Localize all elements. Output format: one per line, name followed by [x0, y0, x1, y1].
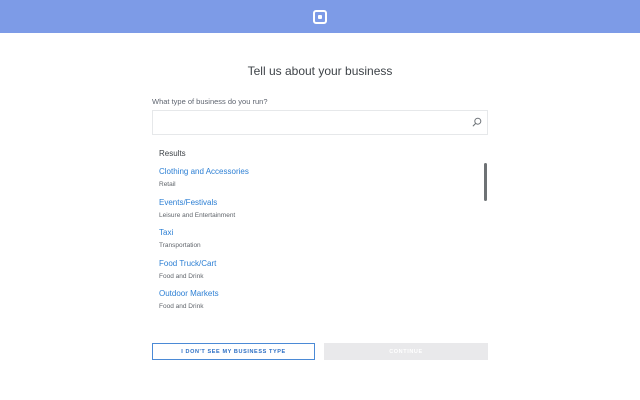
result-name[interactable]: Events/Festivals	[159, 198, 469, 208]
result-item[interactable]: Food Truck/Cart Food and Drink	[159, 259, 469, 281]
result-category: Transportation	[159, 242, 201, 249]
business-type-label: What type of business do you run?	[152, 97, 268, 106]
result-item[interactable]: Outdoor Markets Food and Drink	[159, 289, 469, 311]
result-name[interactable]: Taxi	[159, 228, 469, 238]
square-logo-icon[interactable]	[313, 10, 327, 24]
business-type-search[interactable]	[152, 110, 488, 135]
page-title: Tell us about your business	[247, 64, 393, 78]
business-type-input[interactable]	[153, 111, 479, 134]
results-dropdown[interactable]: Results Clothing and Accessories Retail …	[152, 140, 488, 318]
result-category: Food and Drink	[159, 273, 204, 280]
top-bar	[0, 0, 640, 33]
result-category: Retail	[159, 181, 176, 188]
result-category: Leisure and Entertainment	[159, 212, 236, 219]
continue-button[interactable]: Continue	[324, 343, 488, 360]
result-item[interactable]: Clothing and Accessories Retail	[159, 167, 469, 189]
result-item[interactable]: Taxi Transportation	[159, 228, 469, 250]
business-type-not-listed-button[interactable]: I don't see my business type	[152, 343, 315, 360]
results-header: Results	[159, 149, 186, 158]
search-icon[interactable]	[472, 117, 482, 127]
result-name[interactable]: Outdoor Markets	[159, 289, 469, 299]
results-scrollbar[interactable]	[484, 163, 487, 201]
result-name[interactable]: Food Truck/Cart	[159, 259, 469, 269]
result-category: Food and Drink	[159, 303, 204, 310]
result-name[interactable]: Clothing and Accessories	[159, 167, 469, 177]
result-item[interactable]: Events/Festivals Leisure and Entertainme…	[159, 198, 469, 220]
